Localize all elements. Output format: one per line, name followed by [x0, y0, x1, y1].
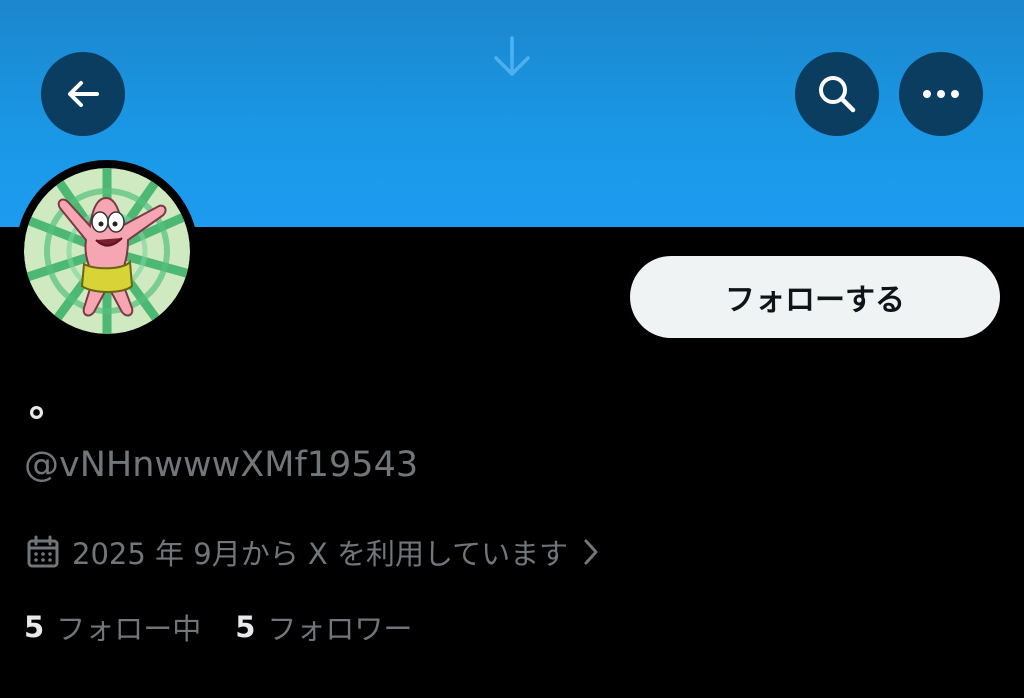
more-horizontal-icon	[923, 90, 959, 98]
follow-button[interactable]: フォローする	[630, 256, 1000, 338]
avatar-image	[24, 168, 190, 334]
following-link[interactable]: 5 フォロー中	[24, 606, 201, 648]
back-button[interactable]	[41, 52, 125, 136]
followers-count: 5	[235, 610, 256, 644]
followers-link[interactable]: 5 フォロワー	[235, 606, 412, 648]
profile-avatar[interactable]	[16, 160, 198, 342]
profile-screen: フォローする ∘ @vNHnwwwXMf19543 2025 年 9月から X …	[0, 0, 1024, 698]
follow-stats: 5 フォロー中 5 フォロワー	[24, 606, 412, 648]
more-options-button[interactable]	[899, 52, 983, 136]
arrow-left-icon	[68, 81, 99, 107]
following-label: フォロー中	[56, 612, 202, 646]
following-count: 5	[24, 610, 45, 644]
joined-date[interactable]: 2025 年 9月から X を利用しています	[26, 532, 602, 572]
username-handle: @vNHnwwwXMf19543	[24, 445, 419, 485]
chevron-right-icon	[584, 539, 598, 565]
search-icon	[819, 76, 856, 113]
calendar-icon	[27, 535, 59, 568]
joined-text: 2025 年 9月から X を利用しています	[72, 537, 569, 571]
search-button[interactable]	[795, 52, 879, 136]
arrow-down-icon	[494, 36, 530, 76]
followers-label: フォロワー	[267, 612, 413, 646]
display-name: ∘	[24, 389, 50, 435]
